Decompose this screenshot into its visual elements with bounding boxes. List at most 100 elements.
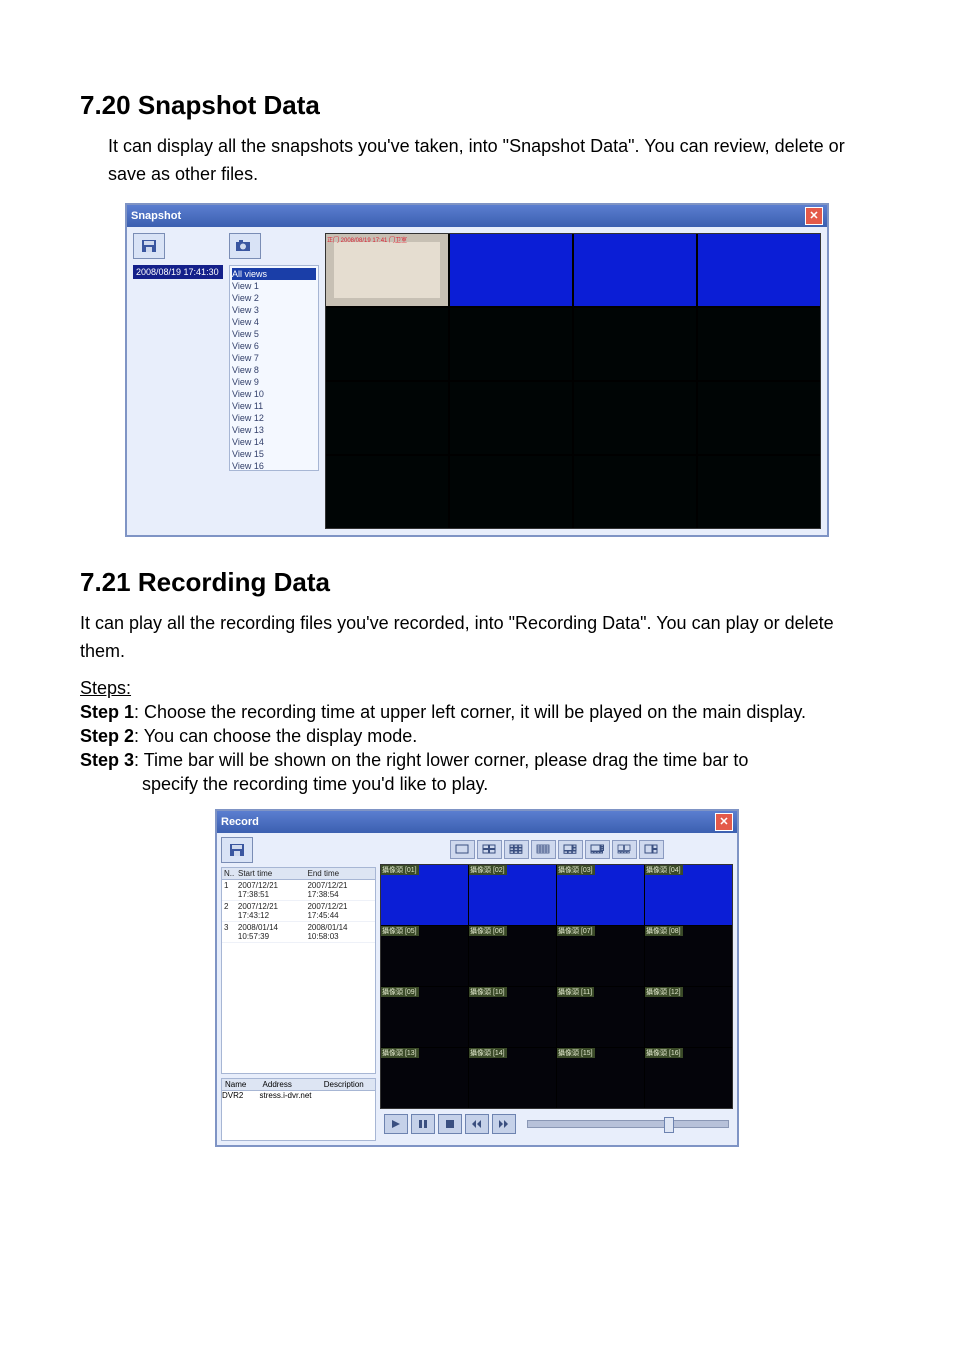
record-cell[interactable]: 攝像頭 [11]: [557, 987, 644, 1047]
close-button[interactable]: ✕: [715, 813, 733, 831]
step-2: Step 2: You can choose the display mode.: [80, 726, 874, 747]
col-address: Address: [260, 1079, 321, 1090]
view-item[interactable]: View 15: [232, 448, 316, 460]
close-icon: ✕: [719, 815, 728, 828]
view-item[interactable]: View 6: [232, 340, 316, 352]
cam-tag: 攝像頭 [08]: [645, 926, 683, 936]
view-item[interactable]: View 11: [232, 400, 316, 412]
time-slider[interactable]: [527, 1120, 729, 1128]
view-list[interactable]: All views View 1 View 2 View 3 View 4 Vi…: [229, 265, 319, 471]
layout-6-button[interactable]: [558, 840, 583, 859]
snapshot-cell[interactable]: [698, 234, 820, 306]
snapshot-titlebar: Snapshot ✕: [127, 205, 827, 227]
snapshot-cell[interactable]: [574, 234, 696, 306]
record-cell[interactable]: 攝像頭 [14]: [469, 1048, 556, 1108]
view-item[interactable]: View 16: [232, 460, 316, 472]
cam-tag: 攝像頭 [11]: [557, 987, 594, 997]
pause-button[interactable]: [411, 1114, 435, 1134]
view-item-all[interactable]: All views: [232, 268, 316, 280]
record-cell[interactable]: 攝像頭 [15]: [557, 1048, 644, 1108]
cam-tag: 攝像頭 [02]: [469, 865, 507, 875]
view-item[interactable]: View 4: [232, 316, 316, 328]
layout-1-button[interactable]: [450, 840, 475, 859]
snapshot-cell[interactable]: [698, 308, 820, 380]
recordings-table[interactable]: N.. Start time End time 12007/12/21 17:3…: [221, 867, 376, 1074]
save-icon-button[interactable]: [133, 233, 165, 259]
snapshot-cell[interactable]: [698, 456, 820, 528]
record-cell[interactable]: 攝像頭 [16]: [645, 1048, 732, 1108]
cam-tag: 攝像頭 [09]: [381, 987, 419, 997]
section-7-20-heading: 7.20 Snapshot Data: [80, 90, 874, 121]
table-row[interactable]: 22007/12/21 17:43:122007/12/21 17:45:44: [222, 901, 375, 922]
snapshot-cell[interactable]: 正门 2008/08/19 17:41 门卫室: [326, 234, 448, 306]
record-cell[interactable]: 攝像頭 [10]: [469, 987, 556, 1047]
view-item[interactable]: View 3: [232, 304, 316, 316]
view-item[interactable]: View 14: [232, 436, 316, 448]
camera-icon-button[interactable]: [229, 233, 261, 259]
record-cell[interactable]: 攝像頭 [09]: [381, 987, 468, 1047]
stop-button[interactable]: [438, 1114, 462, 1134]
table-row[interactable]: 12007/12/21 17:38:512007/12/21 17:38:54: [222, 880, 375, 901]
slider-thumb[interactable]: [664, 1117, 674, 1133]
cell: 2007/12/21 17:43:12: [236, 901, 306, 921]
layout-x-button[interactable]: [639, 840, 664, 859]
snapshot-cell[interactable]: [574, 456, 696, 528]
view-item[interactable]: View 7: [232, 352, 316, 364]
cam-tag: 攝像頭 [07]: [557, 926, 595, 936]
stop-icon: [445, 1119, 455, 1129]
view-item[interactable]: View 5: [232, 328, 316, 340]
record-cell[interactable]: 攝像頭 [08]: [645, 926, 732, 986]
save-icon-button[interactable]: [221, 837, 253, 863]
device-table[interactable]: Name Address Description DVR2 stress.i-d…: [221, 1078, 376, 1141]
view-item[interactable]: View 10: [232, 388, 316, 400]
forward-button[interactable]: [492, 1114, 516, 1134]
record-cell[interactable]: 攝像頭 [05]: [381, 926, 468, 986]
snapshot-cell[interactable]: [574, 308, 696, 380]
layout-4-button[interactable]: [477, 840, 502, 859]
grid-icon: [482, 844, 496, 854]
record-cell[interactable]: 攝像頭 [06]: [469, 926, 556, 986]
record-cell[interactable]: 攝像頭 [03]: [557, 865, 644, 925]
cam-tag: 攝像頭 [12]: [645, 987, 683, 997]
snapshot-cell[interactable]: [574, 382, 696, 454]
record-cell[interactable]: 攝像頭 [04]: [645, 865, 732, 925]
snapshot-cell[interactable]: [698, 382, 820, 454]
snapshot-window: Snapshot ✕ 2008/08/19 17:41:30: [125, 203, 829, 537]
layout-13-button[interactable]: [612, 840, 637, 859]
record-cell[interactable]: 攝像頭 [13]: [381, 1048, 468, 1108]
snapshot-cell[interactable]: [326, 308, 448, 380]
record-titlebar: Record ✕: [217, 811, 737, 833]
record-cell[interactable]: 攝像頭 [07]: [557, 926, 644, 986]
snapshot-cell[interactable]: [450, 382, 572, 454]
snapshot-cell[interactable]: [326, 382, 448, 454]
cam-tag: 攝像頭 [05]: [381, 926, 419, 936]
view-item[interactable]: View 1: [232, 280, 316, 292]
snapshot-cell[interactable]: [326, 456, 448, 528]
cam-tag: 攝像頭 [16]: [645, 1048, 683, 1058]
layout-16-button[interactable]: [531, 840, 556, 859]
view-item[interactable]: View 9: [232, 376, 316, 388]
cam-tag: 攝像頭 [15]: [557, 1048, 595, 1058]
snapshot-timestamp[interactable]: 2008/08/19 17:41:30: [133, 265, 223, 279]
record-title: Record: [221, 816, 259, 828]
view-item[interactable]: View 12: [232, 412, 316, 424]
view-item[interactable]: View 13: [232, 424, 316, 436]
view-item[interactable]: View 8: [232, 364, 316, 376]
table-row[interactable]: DVR2 stress.i-dvr.net: [222, 1091, 375, 1100]
layout-8-button[interactable]: [585, 840, 610, 859]
record-cell[interactable]: 攝像頭 [02]: [469, 865, 556, 925]
rewind-button[interactable]: [465, 1114, 489, 1134]
snapshot-cell[interactable]: [450, 456, 572, 528]
close-button[interactable]: ✕: [805, 207, 823, 225]
snapshot-cell[interactable]: [450, 308, 572, 380]
table-row[interactable]: 32008/01/14 10:57:392008/01/14 10:58:03: [222, 922, 375, 943]
view-item[interactable]: View 2: [232, 292, 316, 304]
snapshot-cell[interactable]: [450, 234, 572, 306]
record-cell[interactable]: 攝像頭 [01]: [381, 865, 468, 925]
play-button[interactable]: [384, 1114, 408, 1134]
recordings-header: N.. Start time End time: [222, 868, 375, 880]
record-cell[interactable]: 攝像頭 [12]: [645, 987, 732, 1047]
grid-icon: [590, 844, 604, 854]
cell: stress.i-dvr.net: [260, 1091, 321, 1100]
layout-9-button[interactable]: [504, 840, 529, 859]
